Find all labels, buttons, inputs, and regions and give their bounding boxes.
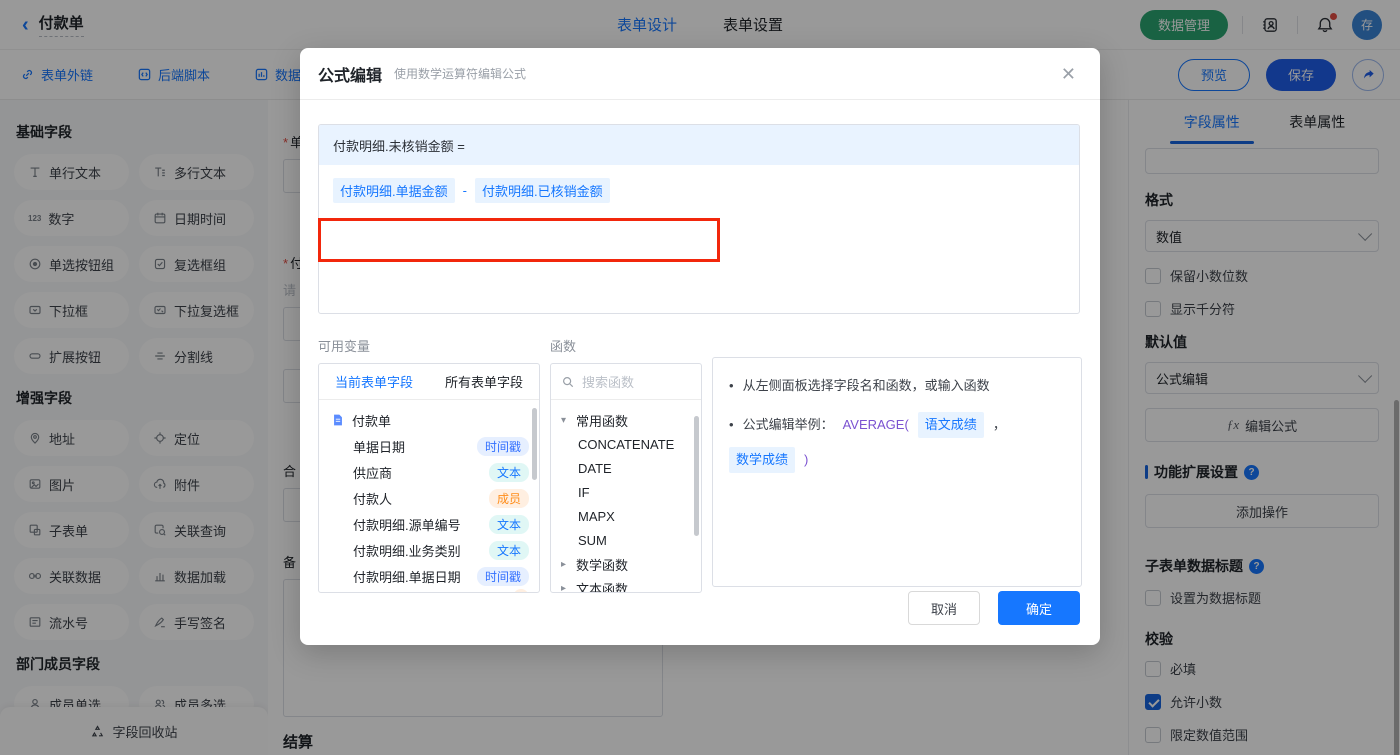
variables-panel: 当前表单字段 所有表单字段 付款单 单据日期 时间戳 供应商 文本 付款人 成员 付款… xyxy=(318,363,540,593)
chevron-collapsed-icon: ▸ xyxy=(561,582,567,593)
example-function-open: AVERAGE( xyxy=(842,417,909,432)
variable-row[interactable]: 付款明细.源单编号 文本 xyxy=(319,511,539,537)
function-item[interactable]: IF xyxy=(551,480,701,504)
function-search-placeholder: 搜索函数 xyxy=(582,375,635,390)
formula-token-left[interactable]: 付款明细.单据金额 xyxy=(333,178,455,203)
function-item[interactable]: SUM xyxy=(551,528,701,552)
functions-panel: 搜索函数 ▾ 常用函数 CONCATENATE DATE IF MAPX SUM … xyxy=(550,363,702,593)
modal-body: 付款明细.未核销金额 = 付款明细.单据金额 - 付款明细.已核销金额 可用变量… xyxy=(300,100,1100,593)
tab-all-form-fields[interactable]: 所有表单字段 xyxy=(445,372,523,391)
formula-expression-row[interactable]: 付款明细.单据金额 - 付款明细.已核销金额 xyxy=(319,165,1079,216)
document-icon xyxy=(334,414,342,426)
example-token-2: 数学成绩 xyxy=(729,447,796,473)
variables-label: 可用变量 xyxy=(318,339,371,354)
bullet-icon: • xyxy=(729,417,734,432)
type-badge: 成员 xyxy=(488,488,529,508)
confirm-button[interactable]: 确定 xyxy=(998,591,1080,625)
functions-label: 函数 xyxy=(550,339,577,354)
variable-row[interactable]: 供应商 文本 xyxy=(319,459,539,485)
modal-header: 公式编辑 使用数学运算符编辑公式 ✕ xyxy=(300,48,1100,100)
tree-root-form[interactable]: 付款单 xyxy=(319,407,539,433)
modal-footer: 取消 确定 xyxy=(908,591,1080,625)
chevron-expanded-icon: ▾ xyxy=(561,414,567,426)
variable-row-partial[interactable] xyxy=(319,589,539,592)
formula-edit-modal: 公式编辑 使用数学运算符编辑公式 ✕ 付款明细.未核销金额 = 付款明细.单据金… xyxy=(300,48,1100,645)
example-token-1: 语文成绩 xyxy=(917,412,984,438)
variables-tabs: 当前表单字段 所有表单字段 xyxy=(319,364,539,400)
function-item[interactable]: MAPX xyxy=(551,504,701,528)
formula-token-right[interactable]: 付款明细.已核销金额 xyxy=(474,178,610,203)
type-badge: 时间戳 xyxy=(476,566,529,586)
variables-scrollbar[interactable] xyxy=(532,408,537,480)
variable-row[interactable]: 单据日期 时间戳 xyxy=(319,433,539,459)
type-badge: 文本 xyxy=(488,462,529,482)
help-column: • 从左侧面板选择字段名和函数，或输入函数 • 公式编辑举例： AVERAGE(… xyxy=(712,357,1082,593)
help-line-1: • 从左侧面板选择字段名和函数，或输入函数 xyxy=(729,376,1065,396)
cancel-button[interactable]: 取消 xyxy=(908,591,980,625)
function-item[interactable]: DATE xyxy=(551,456,701,480)
variables-column: 可用变量 当前表单字段 所有表单字段 付款单 单据日期 时间戳 供应商 文本 付… xyxy=(318,336,540,593)
functions-column: 函数 搜索函数 ▾常用函数 CONCATENATE DATE IF MAPX xyxy=(550,336,702,593)
bullet-icon: • xyxy=(729,378,734,393)
functions-scrollbar[interactable] xyxy=(694,416,699,536)
modal-subtitle: 使用数学运算符编辑公式 xyxy=(394,67,527,81)
variable-row[interactable]: 付款明细.单据日期 时间戳 xyxy=(319,563,539,589)
search-icon xyxy=(563,376,574,387)
function-group-math[interactable]: ▸ 数学函数 xyxy=(551,552,701,576)
variable-row[interactable]: 付款明细.业务类别 文本 xyxy=(319,537,539,563)
functions-tree: ▾ 常用函数 CONCATENATE DATE IF MAPX SUM ▸ 数学函数… xyxy=(551,400,701,593)
example-function-close: ) xyxy=(804,452,809,467)
type-badge: 文本 xyxy=(488,514,529,534)
chevron-collapsed-icon: ▸ xyxy=(561,558,567,570)
tab-current-form-fields[interactable]: 当前表单字段 xyxy=(335,372,413,391)
help-line-2: • 公式编辑举例： AVERAGE( 语文成绩 ， 数学成绩 ) xyxy=(729,412,1065,473)
formula-editor[interactable]: 付款明细.未核销金额 = 付款明细.单据金额 - 付款明细.已核销金额 xyxy=(318,124,1080,314)
help-panel: • 从左侧面板选择字段名和函数，或输入函数 • 公式编辑举例： AVERAGE(… xyxy=(712,357,1082,587)
function-group-common[interactable]: ▾ 常用函数 xyxy=(551,408,701,432)
type-badge: 文本 xyxy=(488,540,529,560)
type-badge: 时间戳 xyxy=(476,436,529,456)
modal-columns: 可用变量 当前表单字段 所有表单字段 付款单 单据日期 时间戳 供应商 文本 付… xyxy=(318,336,1082,593)
function-item[interactable]: CONCATENATE xyxy=(551,432,701,456)
formula-target-row: 付款明细.未核销金额 = xyxy=(319,125,1079,165)
variable-row[interactable]: 付款人 成员 xyxy=(319,485,539,511)
formula-operator: - xyxy=(462,183,467,198)
app-window: ‹ 付款单 表单设计 表单设置 数据管理 存 表单外链 后端脚本 数据权 预览 … xyxy=(0,0,1400,755)
modal-title: 公式编辑 xyxy=(318,67,383,85)
variables-tree: 付款单 单据日期 时间戳 供应商 文本 付款人 成员 付款明细.源单编号 文本 付款明细… xyxy=(319,400,539,592)
close-icon[interactable]: ✕ xyxy=(1061,65,1076,83)
function-group-text[interactable]: ▸ 文本函数 xyxy=(551,576,701,593)
function-search[interactable]: 搜索函数 xyxy=(551,364,701,400)
